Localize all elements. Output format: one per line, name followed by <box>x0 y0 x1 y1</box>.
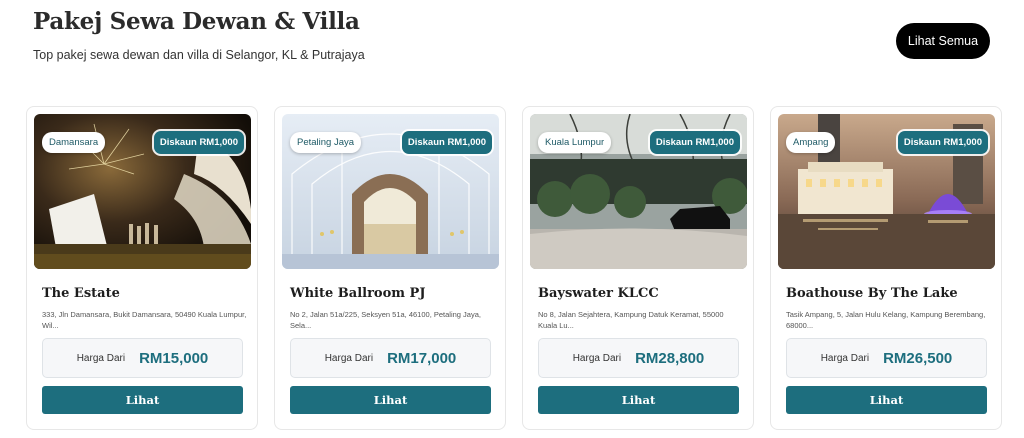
price-box: Harga Dari RM15,000 <box>42 338 243 378</box>
venue-name[interactable]: Boathouse By The Lake <box>786 286 958 301</box>
price-value: RM15,000 <box>139 349 209 367</box>
price-label: Harga Dari <box>820 352 870 364</box>
price-box: Harga Dari RM26,500 <box>786 338 987 378</box>
section-header: Pakej Sewa Dewan & Villa Top pakej sewa … <box>33 8 993 88</box>
section-subtitle: Top pakej sewa dewan dan villa di Selang… <box>33 48 365 62</box>
price-value: RM17,000 <box>387 349 457 367</box>
discount-badge: Diskaun RM1,000 <box>153 131 244 154</box>
location-badge: Kuala Lumpur <box>538 132 612 153</box>
discount-badge: Diskaun RM1,000 <box>897 131 988 154</box>
price-box: Harga Dari RM28,800 <box>538 338 739 378</box>
price-value: RM26,500 <box>883 349 953 367</box>
location-badge: Petaling Jaya <box>290 132 362 153</box>
venue-card[interactable]: Damansara Diskaun RM1,000 The Estate 333… <box>26 106 258 430</box>
see-all-button[interactable]: Lihat Semua <box>896 23 990 59</box>
venue-card-list: Damansara Diskaun RM1,000 The Estate 333… <box>26 106 1002 430</box>
price-value: RM28,800 <box>635 349 705 367</box>
venue-photo[interactable]: Ampang Diskaun RM1,000 <box>778 114 995 269</box>
view-button[interactable]: Lihat <box>538 386 739 414</box>
section-title: Pakej Sewa Dewan & Villa <box>33 8 360 35</box>
venue-photo[interactable]: Petaling Jaya Diskaun RM1,000 <box>282 114 499 269</box>
venue-address: Tasik Ampang, 5, Jalan Hulu Kelang, Kamp… <box>786 310 986 330</box>
venue-photo[interactable]: Damansara Diskaun RM1,000 <box>34 114 251 269</box>
venue-name[interactable]: Bayswater KLCC <box>538 286 659 301</box>
view-button[interactable]: Lihat <box>42 386 243 414</box>
discount-badge: Diskaun RM1,000 <box>649 131 740 154</box>
venue-photo[interactable]: Kuala Lumpur Diskaun RM1,000 <box>530 114 747 269</box>
venue-address: No 8, Jalan Sejahtera, Kampung Datuk Ker… <box>538 310 724 330</box>
location-badge: Damansara <box>42 132 106 153</box>
venue-card[interactable]: Petaling Jaya Diskaun RM1,000 White Ball… <box>274 106 506 430</box>
price-label: Harga Dari <box>324 352 374 364</box>
price-label: Harga Dari <box>572 352 622 364</box>
view-button[interactable]: Lihat <box>786 386 987 414</box>
view-button[interactable]: Lihat <box>290 386 491 414</box>
venue-name[interactable]: White Ballroom PJ <box>290 286 425 301</box>
discount-badge: Diskaun RM1,000 <box>401 131 492 154</box>
price-box: Harga Dari RM17,000 <box>290 338 491 378</box>
venue-address: No 2, Jalan 51a/225, Seksyen 51a, 46100,… <box>290 310 481 330</box>
venue-name[interactable]: The Estate <box>42 286 120 301</box>
location-badge: Ampang <box>786 132 836 153</box>
venue-card[interactable]: Ampang Diskaun RM1,000 Boathouse By The … <box>770 106 1002 430</box>
venue-address: 333, Jln Damansara, Bukit Damansara, 504… <box>42 310 247 330</box>
venue-card[interactable]: Kuala Lumpur Diskaun RM1,000 Bayswater K… <box>522 106 754 430</box>
price-label: Harga Dari <box>76 352 126 364</box>
